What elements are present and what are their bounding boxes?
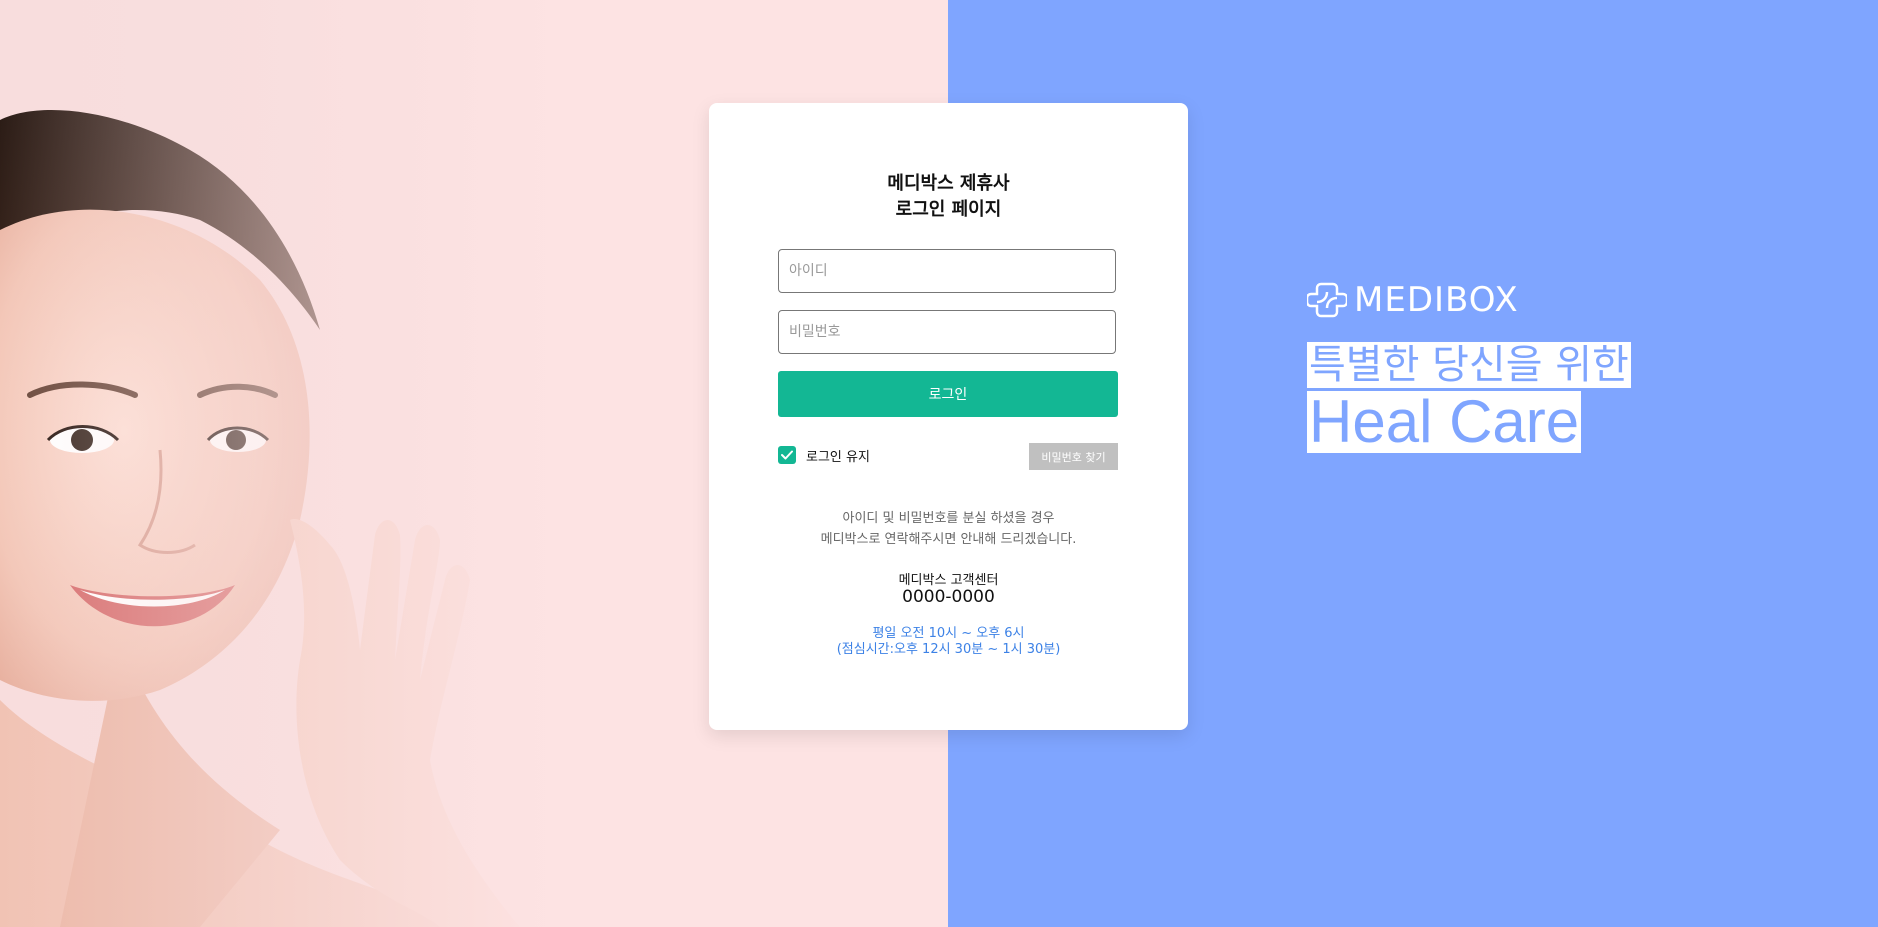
login-page: 메디박스 제휴사 로그인 페이지 로그인 로그인 유지 비밀번호 찾기 아이디 … [0, 0, 1878, 927]
password-input[interactable] [778, 310, 1116, 354]
tagline-line1: 특별한 당신을 위한 [1307, 342, 1631, 388]
card-title-line2: 로그인 페이지 [895, 199, 1002, 220]
card-title: 메디박스 제휴사 로그인 페이지 [709, 171, 1188, 223]
notice-line2: 메디박스로 연락해주시면 안내해 드리겠습니다. [820, 532, 1077, 547]
hours-line1: 평일 오전 10시 ~ 오후 6시 [872, 626, 1025, 641]
check-icon [781, 450, 793, 460]
brand-name: MEDIBOX [1354, 280, 1519, 320]
lost-account-notice: 아이디 및 비밀번호를 분실 하셨을 경우 메디박스로 연락해주시면 안내해 드… [709, 508, 1188, 550]
keep-login-checkbox[interactable] [778, 446, 796, 464]
tagline-line2: Heal Care [1307, 388, 1582, 455]
login-button[interactable]: 로그인 [778, 371, 1118, 417]
customer-center-phone: 0000-0000 [902, 587, 995, 607]
portrait-image [0, 0, 560, 927]
brand-logo: MEDIBOX [1307, 280, 1519, 320]
card-title-line1: 메디박스 제휴사 [887, 173, 1010, 194]
notice-line1: 아이디 및 비밀번호를 분실 하셨을 경우 [842, 511, 1055, 526]
hours-line2: (점심시간:오후 12시 30분 ~ 1시 30분) [836, 642, 1061, 657]
keep-login-toggle[interactable]: 로그인 유지 [778, 446, 870, 465]
medical-cross-icon [1307, 282, 1347, 318]
keep-login-label: 로그인 유지 [806, 449, 870, 465]
id-input[interactable] [778, 249, 1116, 293]
find-password-button[interactable]: 비밀번호 찾기 [1029, 443, 1118, 470]
business-hours: 평일 오전 10시 ~ 오후 6시 (점심시간:오후 12시 30분 ~ 1시 … [709, 626, 1188, 658]
login-card: 메디박스 제휴사 로그인 페이지 로그인 로그인 유지 비밀번호 찾기 아이디 … [709, 103, 1188, 730]
customer-center-label: 메디박스 고객센터 [898, 573, 999, 588]
